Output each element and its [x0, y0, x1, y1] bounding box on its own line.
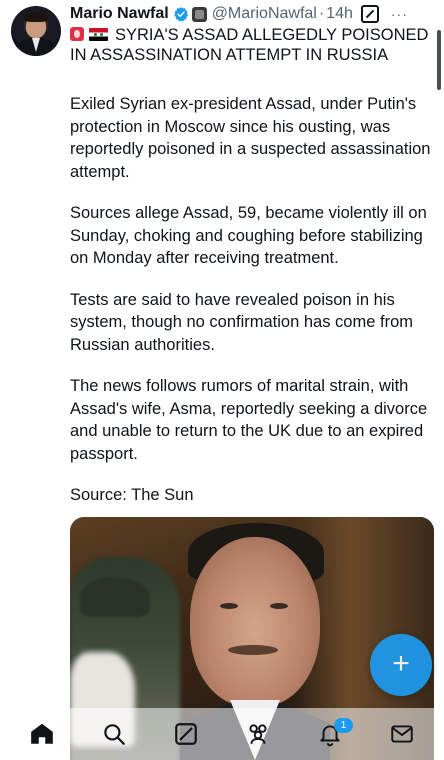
tweet-detail-screen: Mario Nawfal @MarioNawfal · 14h ··· SYRI… — [0, 0, 444, 760]
nav-messages[interactable] — [382, 714, 422, 754]
grok-icon — [175, 723, 197, 745]
nav-communities[interactable] — [238, 714, 278, 754]
nav-search[interactable] — [94, 714, 134, 754]
nav-grok[interactable] — [166, 714, 206, 754]
syria-flag-icon — [89, 28, 108, 41]
bottom-navigation: 1 — [0, 708, 444, 760]
affiliate-badge-icon — [191, 6, 207, 22]
compose-post-button[interactable]: + — [370, 634, 432, 696]
post-header: Mario Nawfal @MarioNawfal · 14h ··· — [70, 3, 434, 25]
headline-text: SYRIA'S ASSAD ALLEGEDLY POISONED IN ASSA… — [70, 26, 429, 64]
messages-icon — [391, 725, 413, 743]
nav-notifications[interactable]: 1 — [310, 714, 353, 754]
separator-dot: · — [318, 5, 325, 22]
scrollbar[interactable] — [437, 30, 441, 90]
communities-icon — [249, 724, 267, 744]
post-paragraph: The news follows rumors of marital strai… — [70, 377, 428, 463]
alert-emoji-icon — [70, 27, 84, 41]
avatar[interactable] — [11, 6, 61, 56]
post-paragraph: Sources allege Assad, 59, became violent… — [70, 204, 427, 267]
verified-badge-icon — [173, 7, 188, 22]
notifications-count-badge: 1 — [334, 718, 353, 733]
nav-home[interactable] — [22, 714, 62, 754]
author-name[interactable]: Mario Nawfal — [70, 5, 169, 23]
search-icon — [104, 724, 125, 745]
grok-icon[interactable] — [360, 5, 379, 23]
more-options-icon[interactable]: ··· — [391, 6, 408, 22]
post-body: Exiled Syrian ex-president Assad, under … — [70, 93, 435, 526]
post-paragraph: Tests are said to have revealed poison i… — [70, 290, 413, 354]
author-handle[interactable]: @MarioNawfal — [212, 5, 317, 23]
post-headline: SYRIA'S ASSAD ALLEGEDLY POISONED IN ASSA… — [70, 25, 435, 65]
post-paragraph: Exiled Syrian ex-president Assad, under … — [70, 95, 431, 181]
post-timestamp[interactable]: 14h — [326, 5, 353, 23]
post-source: Source: The Sun — [70, 486, 194, 504]
home-icon — [31, 723, 53, 744]
